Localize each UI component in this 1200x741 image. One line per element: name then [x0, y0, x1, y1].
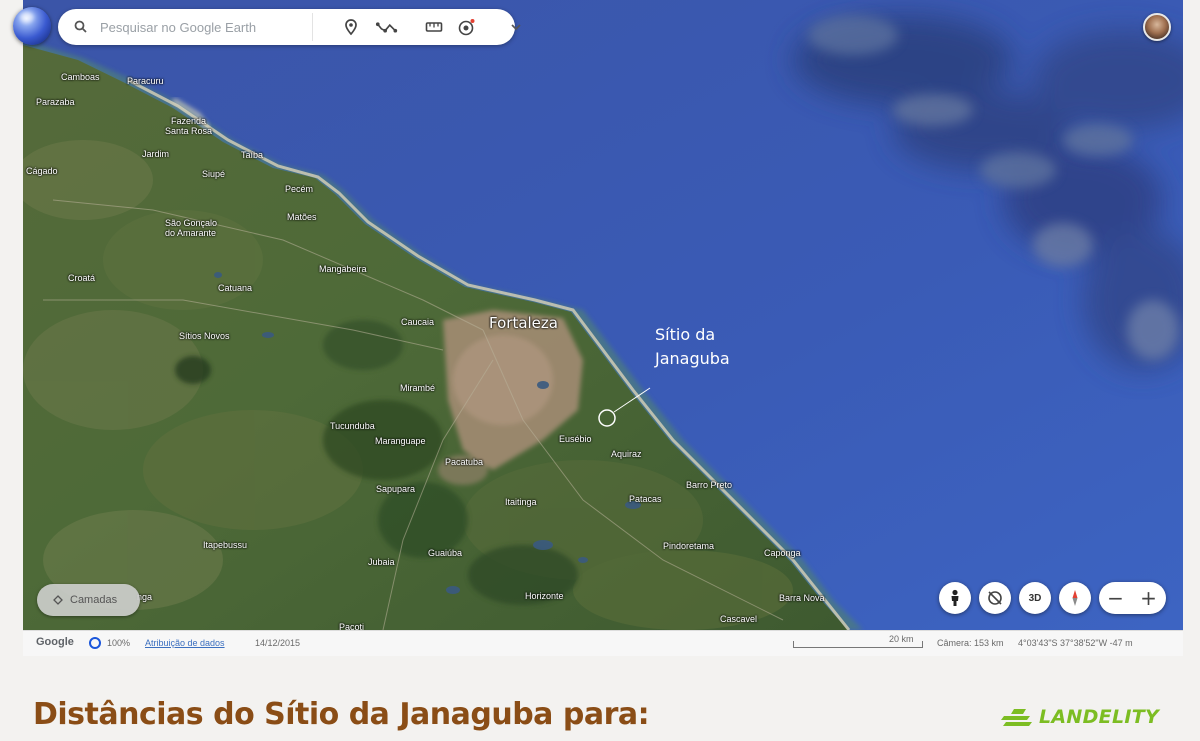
imagery-date: 14/12/2015	[255, 638, 301, 648]
place-label: Parazaba	[36, 97, 75, 107]
place-label: Fazenda Santa Rosa	[165, 116, 213, 136]
chevron-down-icon	[511, 24, 521, 31]
layers-label: Camadas	[70, 594, 118, 606]
compass-button[interactable]	[1059, 582, 1091, 614]
place-label: Croatá	[68, 273, 96, 283]
place-label: Barra Nova	[779, 593, 825, 603]
place-label: Tucunduba	[330, 421, 375, 431]
cursor-coordinates: 4°03'43"S 37°38'52"W -47 m	[1018, 638, 1133, 648]
pegman-button[interactable]	[939, 582, 971, 614]
ruler-icon	[425, 22, 443, 32]
place-pin-icon	[345, 19, 357, 36]
earth-menu-button[interactable]	[13, 7, 51, 45]
place-label: Eusébio	[559, 434, 592, 444]
landelity-logo-icon	[1001, 709, 1032, 726]
place-label: Pindoretama	[663, 541, 715, 551]
place-label: Mirambé	[400, 383, 436, 393]
avatar[interactable]	[1143, 13, 1171, 41]
measure-button[interactable]	[424, 17, 444, 37]
place-label: Jardim	[142, 149, 170, 159]
rotate-button[interactable]	[979, 582, 1011, 614]
place-label: Itaitinga	[505, 497, 537, 507]
camera-altitude: Câmera: 153 km	[937, 638, 1004, 648]
place-label: Caucaia	[401, 317, 435, 327]
map-imagery	[23, 0, 1183, 630]
path-icon	[375, 22, 398, 33]
place-label: Mangabeira	[319, 264, 367, 274]
place-label: Matões	[287, 212, 317, 222]
data-attribution-link[interactable]: Atribuição de dados	[145, 638, 225, 648]
place-label: Cágado	[26, 166, 58, 176]
search-input[interactable]	[100, 17, 300, 37]
place-label: Barro Preto	[686, 480, 733, 490]
brand-name: LANDELITY	[1039, 706, 1160, 728]
place-label: Horizonte	[525, 591, 564, 601]
place-label: Catuana	[218, 283, 253, 293]
rotate-icon	[988, 591, 1002, 605]
page-heading: Distâncias do Sítio da Janaguba para:	[33, 697, 650, 732]
place-label: Sapupara	[376, 484, 416, 494]
status-bar: Google 100% Atribuição de dados 14/12/20…	[23, 630, 1183, 656]
place-label: Camboas	[61, 72, 100, 82]
place-label: Patacas	[629, 494, 662, 504]
place-label: Caponga	[764, 548, 801, 558]
layers-button[interactable]: Camadas	[37, 584, 140, 616]
place-label: Siupé	[202, 169, 226, 179]
place-label: Paracuru	[127, 76, 164, 86]
add-path-button[interactable]	[374, 17, 400, 37]
place-label: Taíba	[241, 150, 264, 160]
place-label: Pacatuba	[445, 457, 484, 467]
pegman-icon	[951, 589, 959, 606]
zoom-control: − +	[1099, 582, 1166, 614]
compass-icon	[1072, 590, 1078, 606]
view-3d-button[interactable]: 3D	[1019, 582, 1051, 614]
brand-logo[interactable]: LANDELITY	[1000, 706, 1159, 728]
searchbar-divider	[312, 13, 313, 41]
page: Camboas Paracuru Parazaba Fazenda Santa …	[0, 0, 1200, 741]
place-label: Pacoti	[339, 622, 365, 630]
place-label: Itapebussu	[203, 540, 248, 550]
map-annotation-label: Sítio da Janaguba	[655, 325, 730, 368]
satellite-map[interactable]: Camboas Paracuru Parazaba Fazenda Santa …	[23, 0, 1183, 630]
place-label: Pecém	[285, 184, 314, 194]
more-tools-button[interactable]	[506, 17, 526, 37]
layers-icon	[53, 595, 63, 605]
zoom-in-button[interactable]: +	[1132, 582, 1165, 614]
place-label: Jubaia	[368, 557, 395, 567]
voyager-icon	[458, 19, 475, 36]
zoom-out-button[interactable]: −	[1099, 582, 1132, 614]
place-label: Maranguape	[375, 436, 426, 446]
voyager-button[interactable]	[456, 17, 476, 37]
search-icon	[74, 20, 87, 33]
place-label: Aquiraz	[611, 449, 642, 459]
place-label: São Gonçalo do Amarante	[165, 218, 218, 238]
search-bar	[58, 9, 521, 45]
add-placemark-button[interactable]	[341, 17, 361, 37]
place-label: Sítios Novos	[179, 331, 230, 341]
load-percent: 100%	[107, 638, 131, 648]
scale-label: 20 km	[889, 634, 914, 644]
loading-indicator-icon	[89, 637, 101, 649]
place-label-city: Fortaleza	[489, 314, 558, 332]
place-label: Cascavel	[720, 614, 758, 624]
google-logo: Google	[36, 636, 74, 648]
place-label: Guaiúba	[428, 548, 463, 558]
